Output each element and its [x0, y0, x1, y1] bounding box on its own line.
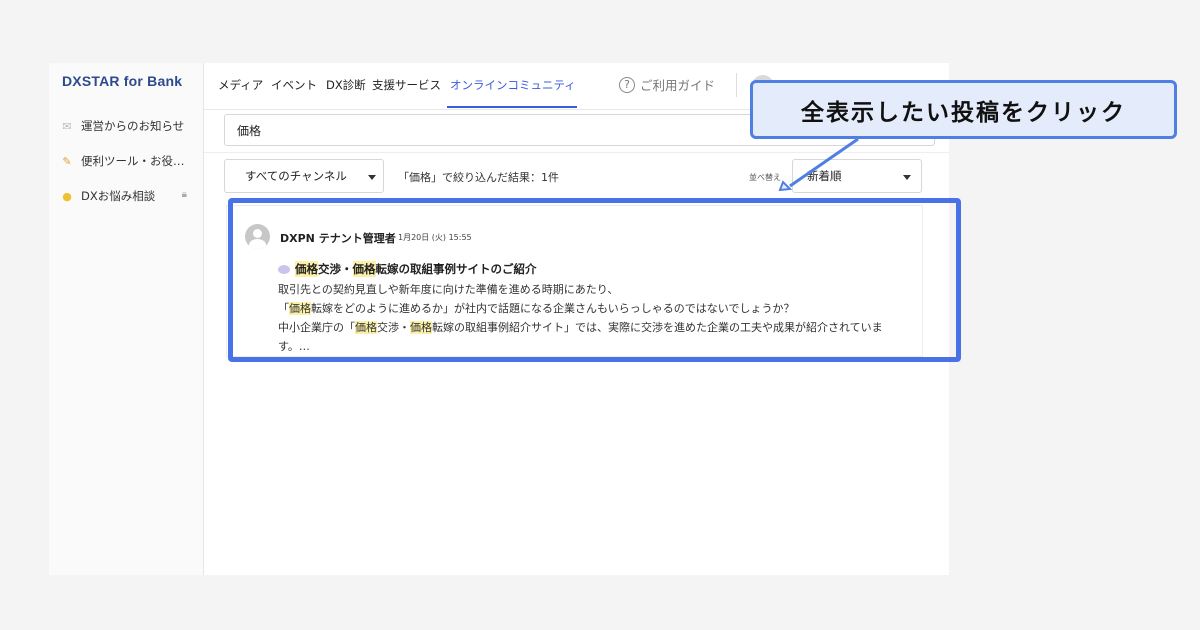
annotation-callout: 全表示したい投稿をクリック [750, 80, 1177, 139]
